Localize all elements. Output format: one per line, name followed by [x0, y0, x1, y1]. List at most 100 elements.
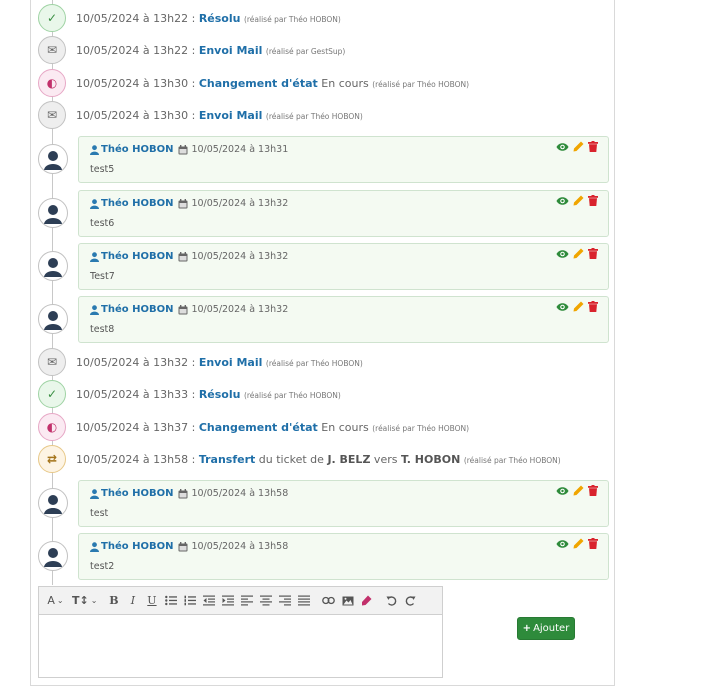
- comment-text: test5: [90, 164, 115, 175]
- image-icon: [342, 596, 354, 605]
- comment-author[interactable]: Théo HOBON: [101, 251, 173, 262]
- comment-card: Théo HOBON 10/05/2024 à 13h58 test: [78, 480, 609, 527]
- timeline-event-transfer: ⇄ 10/05/2024 à 13h58 : Transfert du tick…: [38, 445, 561, 473]
- bold-button[interactable]: B: [105, 591, 122, 611]
- editor-textarea[interactable]: [39, 615, 442, 677]
- pencil-icon[interactable]: [573, 485, 584, 496]
- timeline-event: ✓ 10/05/2024 à 13h22 : Résolu (réalisé p…: [38, 4, 341, 32]
- comment-card: Théo HOBON 10/05/2024 à 13h32 Test7: [78, 243, 609, 290]
- event-text: 10/05/2024 à 13h37 : Changement d'état E…: [76, 420, 470, 434]
- pencil-icon[interactable]: [573, 141, 584, 152]
- eye-icon[interactable]: [556, 302, 569, 312]
- italic-button[interactable]: I: [124, 591, 141, 611]
- bullet-list-button[interactable]: [162, 591, 179, 611]
- align-center-icon: [259, 595, 272, 606]
- check-icon: ✓: [38, 380, 66, 408]
- comment-actions: [556, 485, 598, 496]
- comment-author[interactable]: Théo HOBON: [101, 144, 173, 155]
- outdent-button[interactable]: [200, 591, 217, 611]
- comment-text: test8: [90, 324, 115, 335]
- link-button[interactable]: [320, 591, 337, 611]
- comment-author[interactable]: Théo HOBON: [101, 541, 173, 552]
- avatar: [38, 488, 68, 518]
- mail-icon: ✉: [38, 101, 66, 129]
- highlighter-icon: [362, 595, 372, 606]
- timeline-event: ◐ 10/05/2024 à 13h30 : Changement d'état…: [38, 69, 469, 97]
- comment-card: Théo HOBON 10/05/2024 à 13h58 test2: [78, 533, 609, 580]
- half-circle-icon: ◐: [38, 413, 66, 441]
- comment-date: 10/05/2024 à 13h58: [191, 488, 289, 499]
- pencil-icon[interactable]: [573, 301, 584, 312]
- font-dropdown[interactable]: A ⌄: [47, 591, 64, 611]
- timeline-event: ✉ 10/05/2024 à 13h22 : Envoi Mail (réali…: [38, 36, 345, 64]
- comment-date: 10/05/2024 à 13h32: [191, 304, 289, 315]
- calendar-icon: [178, 251, 188, 261]
- align-right-icon: [278, 595, 291, 606]
- comment-header: Théo HOBON 10/05/2024 à 13h32: [90, 304, 288, 315]
- trash-icon[interactable]: [588, 301, 598, 312]
- justify-icon: [297, 595, 310, 606]
- justify-button[interactable]: [295, 591, 312, 611]
- indent-button[interactable]: [219, 591, 236, 611]
- pencil-icon[interactable]: [573, 248, 584, 259]
- comment-text: test2: [90, 561, 115, 572]
- font-size-dropdown[interactable]: T↕ ⌄: [72, 591, 97, 611]
- trash-icon[interactable]: [588, 141, 598, 152]
- pencil-icon[interactable]: [573, 195, 584, 206]
- trash-icon[interactable]: [588, 538, 598, 549]
- avatar: [38, 198, 68, 228]
- add-comment-button[interactable]: + Ajouter: [517, 617, 575, 640]
- mail-icon: ✉: [38, 36, 66, 64]
- eye-icon[interactable]: [556, 539, 569, 549]
- comment-author[interactable]: Théo HOBON: [101, 304, 173, 315]
- avatar: [38, 304, 68, 334]
- user-icon: [90, 488, 99, 499]
- align-left-icon: [240, 595, 253, 606]
- eye-icon[interactable]: [556, 486, 569, 496]
- calendar-icon: [178, 541, 188, 551]
- eye-icon[interactable]: [556, 142, 569, 152]
- redo-button[interactable]: [402, 591, 419, 611]
- comment-card: Théo HOBON 10/05/2024 à 13h32 test6: [78, 190, 609, 237]
- event-text: 10/05/2024 à 13h30 : Envoi Mail (réalisé…: [76, 108, 363, 122]
- avatar: [38, 144, 68, 174]
- user-avatar-icon: [44, 151, 62, 170]
- comment-author[interactable]: Théo HOBON: [101, 198, 173, 209]
- user-avatar-icon: [44, 311, 62, 330]
- comment-header: Théo HOBON 10/05/2024 à 13h32: [90, 251, 288, 262]
- event-text: 10/05/2024 à 13h32 : Envoi Mail (réalisé…: [76, 355, 363, 369]
- align-center-button[interactable]: [257, 591, 274, 611]
- avatar: [38, 541, 68, 571]
- calendar-icon: [178, 304, 188, 314]
- comment-date: 10/05/2024 à 13h32: [191, 198, 289, 209]
- comment-actions: [556, 195, 598, 206]
- numbered-list-button[interactable]: [181, 591, 198, 611]
- comment-author[interactable]: Théo HOBON: [101, 488, 173, 499]
- trash-icon[interactable]: [588, 248, 598, 259]
- comment-date: 10/05/2024 à 13h58: [191, 541, 289, 552]
- event-text: 10/05/2024 à 13h22 : Résolu (réalisé par…: [76, 11, 341, 25]
- user-icon: [90, 251, 99, 262]
- trash-icon[interactable]: [588, 195, 598, 206]
- timeline-event: ◐ 10/05/2024 à 13h37 : Changement d'état…: [38, 413, 469, 441]
- comment-text: Test7: [90, 271, 115, 282]
- comment-actions: [556, 141, 598, 152]
- pencil-icon[interactable]: [573, 538, 584, 549]
- undo-button[interactable]: [383, 591, 400, 611]
- event-text: 10/05/2024 à 13h22 : Envoi Mail (réalisé…: [76, 43, 346, 57]
- eye-icon[interactable]: [556, 249, 569, 259]
- align-left-button[interactable]: [238, 591, 255, 611]
- user-avatar-icon: [44, 495, 62, 514]
- comment-header: Théo HOBON 10/05/2024 à 13h58: [90, 541, 288, 552]
- numbered-list-icon: [184, 595, 196, 606]
- highlight-button[interactable]: [358, 591, 375, 611]
- comment-text: test: [90, 508, 109, 519]
- timeline-event: ✉ 10/05/2024 à 13h30 : Envoi Mail (réali…: [38, 101, 363, 129]
- timeline-event: ✉ 10/05/2024 à 13h32 : Envoi Mail (réali…: [38, 348, 363, 376]
- trash-icon[interactable]: [588, 485, 598, 496]
- underline-button[interactable]: U: [143, 591, 160, 611]
- eye-icon[interactable]: [556, 196, 569, 206]
- half-circle-icon: ◐: [38, 69, 66, 97]
- image-button[interactable]: [339, 591, 356, 611]
- align-right-button[interactable]: [276, 591, 293, 611]
